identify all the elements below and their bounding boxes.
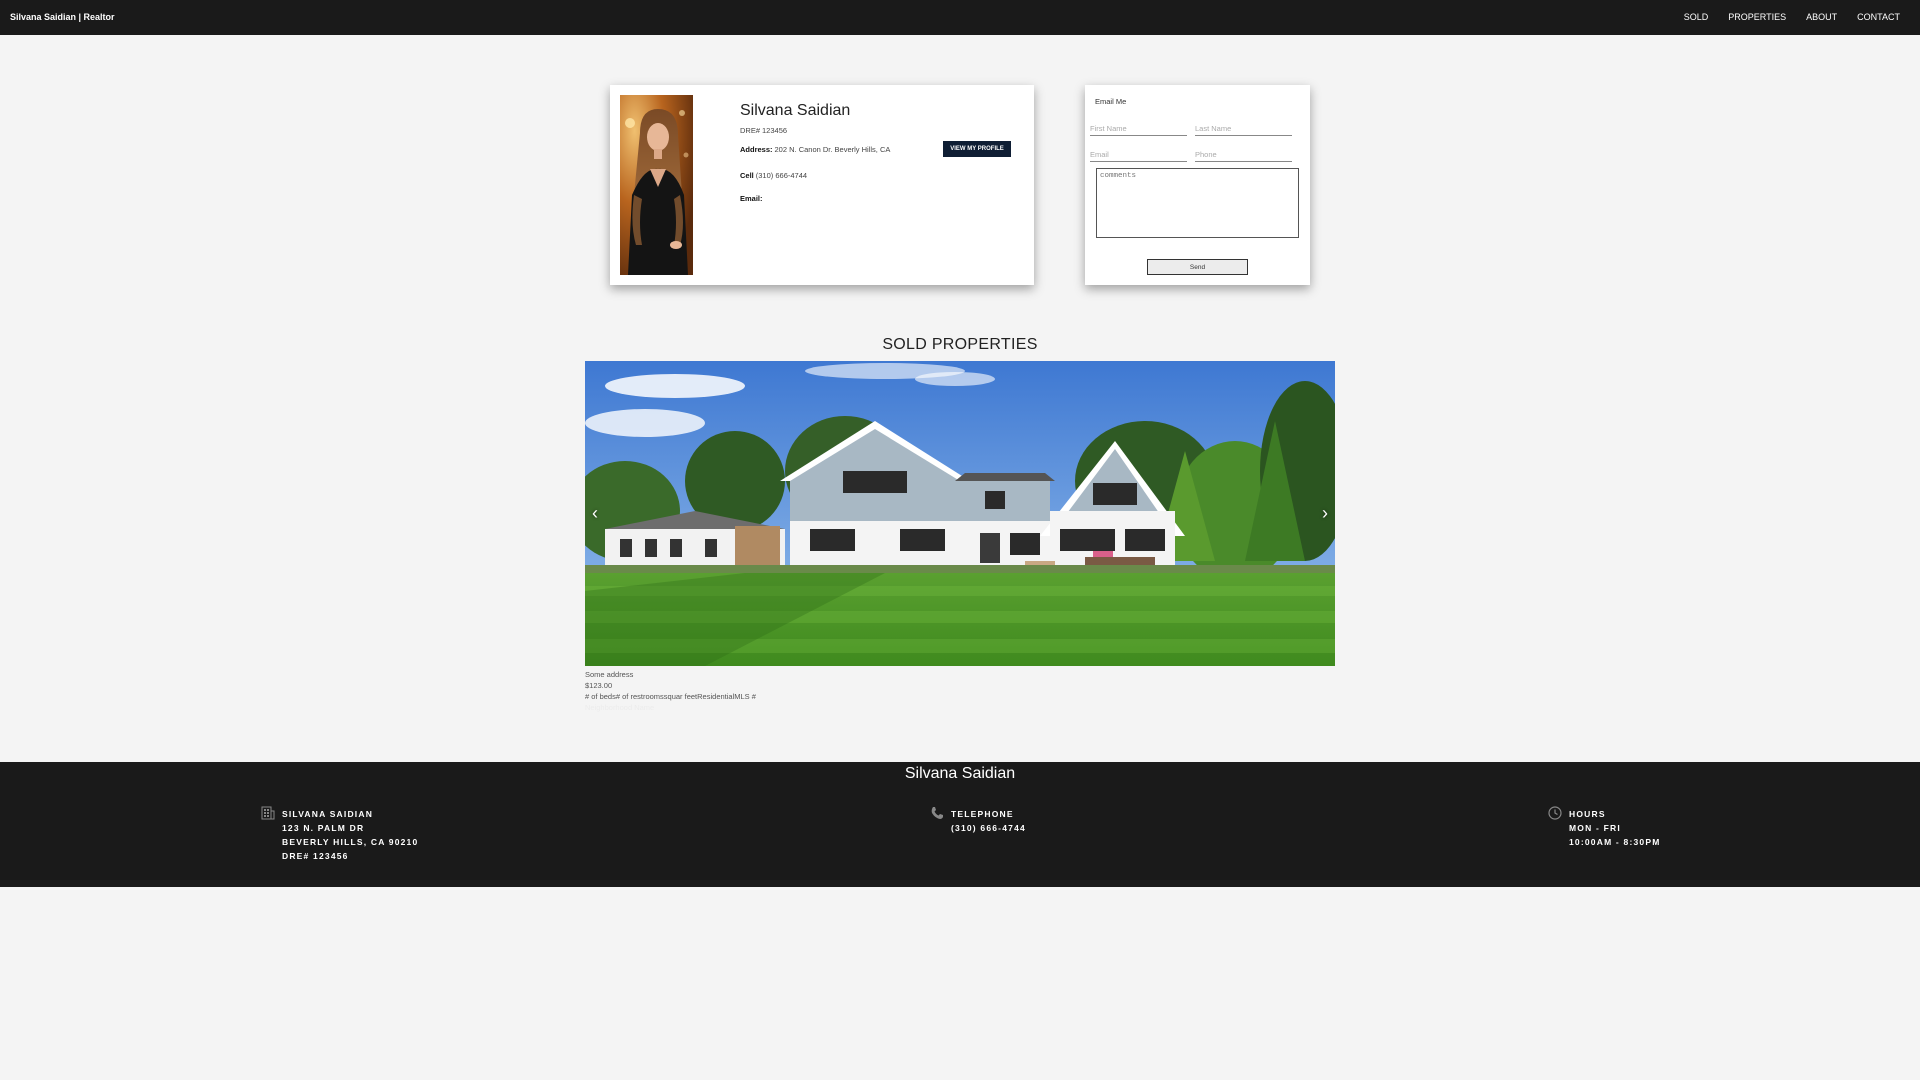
send-button[interactable]: Send (1147, 259, 1248, 275)
property-info: Some address $123.00 # of beds# of restr… (585, 669, 756, 713)
property-address: Some address (585, 670, 634, 679)
nav-link-contact[interactable]: CONTACT (1857, 12, 1900, 22)
first-name-field[interactable] (1090, 122, 1187, 136)
footer-hours-label: HOURS (1569, 809, 1606, 819)
address-value: 202 N. Canon Dr. Beverly Hills, CA (774, 145, 891, 154)
agent-photo (620, 95, 693, 275)
brand-title[interactable]: Silvana Saidian | Realtor (10, 12, 115, 22)
footer-hours-text: HOURS MON - FRI 10:00AM - 8:30PM (1569, 807, 1660, 849)
dre-label: DRE# (740, 126, 761, 135)
agent-cell: Cell (310) 666-4744 (740, 171, 807, 180)
comments-textarea[interactable] (1096, 168, 1299, 238)
email-field[interactable] (1090, 148, 1187, 162)
last-name-field[interactable] (1195, 122, 1292, 136)
email-me-form: Email Me Send (1085, 85, 1310, 285)
house-photo (585, 361, 1335, 666)
agent-profile-card: Silvana Saidian DRE# 123456 Address: 202 N… (610, 85, 1034, 285)
footer-street: 123 N. PALM DR (282, 823, 365, 833)
address-label: Address: (740, 145, 773, 154)
property-details: # of beds# of restroomssquar feetResiden… (585, 692, 756, 701)
footer-hours-days: MON - FRI (1569, 823, 1621, 833)
site-footer: Silvana Saidian SILVANA SAIDIAN 123 N. P… (0, 762, 1920, 887)
clock-icon (1548, 806, 1562, 820)
footer-dre: DRE# 123456 (282, 851, 349, 861)
footer-address-text: SILVANA SAIDIAN 123 N. PALM DR BEVERLY H… (282, 807, 418, 863)
sold-properties-carousel: ‹ › (585, 361, 1335, 666)
chevron-left-icon[interactable]: ‹ (585, 499, 605, 527)
cell-label: Cell (740, 171, 754, 180)
agent-dre: DRE# 123456 (740, 126, 787, 135)
cell-value: (310) 666-4744 (755, 171, 808, 180)
nav-link-properties[interactable]: PROPERTIES (1728, 12, 1786, 22)
phone-field[interactable] (1195, 148, 1292, 162)
building-icon (261, 806, 275, 820)
agent-address: Address: 202 N. Canon Dr. Beverly Hills, … (740, 145, 890, 154)
view-profile-button[interactable]: VIEW MY PROFILE (943, 141, 1011, 157)
footer-hours-time: 10:00AM - 8:30PM (1569, 837, 1661, 847)
top-navbar: Silvana Saidian | Realtor SOLD PROPERTIE… (0, 0, 1920, 35)
footer-telephone-label: TELEPHONE (951, 809, 1014, 819)
phone-icon (931, 807, 943, 819)
property-price: $123.00 (585, 681, 613, 690)
form-title: Email Me (1095, 97, 1127, 106)
nav-link-sold[interactable]: SOLD (1684, 12, 1709, 22)
footer-phone-text: TELEPHONE (310) 666-4744 (951, 807, 1026, 835)
footer-agent-name: SILVANA SAIDIAN (282, 809, 374, 819)
footer-city: BEVERLY HILLS, CA 90210 (282, 837, 419, 847)
email-label: Email: (740, 194, 763, 203)
footer-title: Silvana Saidian (904, 765, 1016, 782)
nav-links: SOLD PROPERTIES ABOUT CONTACT (1684, 12, 1900, 22)
agent-email: Email: (740, 194, 765, 203)
chevron-right-icon[interactable]: › (1315, 499, 1335, 527)
property-neighborhood: Neighborhood Name (585, 703, 655, 712)
nav-link-about[interactable]: ABOUT (1806, 12, 1837, 22)
footer-telephone-value[interactable]: (310) 666-4744 (951, 821, 1026, 835)
sold-properties-heading: SOLD PROPERTIES (882, 336, 1038, 353)
agent-name: Silvana Saidian (740, 102, 851, 119)
dre-value: 123456 (762, 126, 788, 135)
